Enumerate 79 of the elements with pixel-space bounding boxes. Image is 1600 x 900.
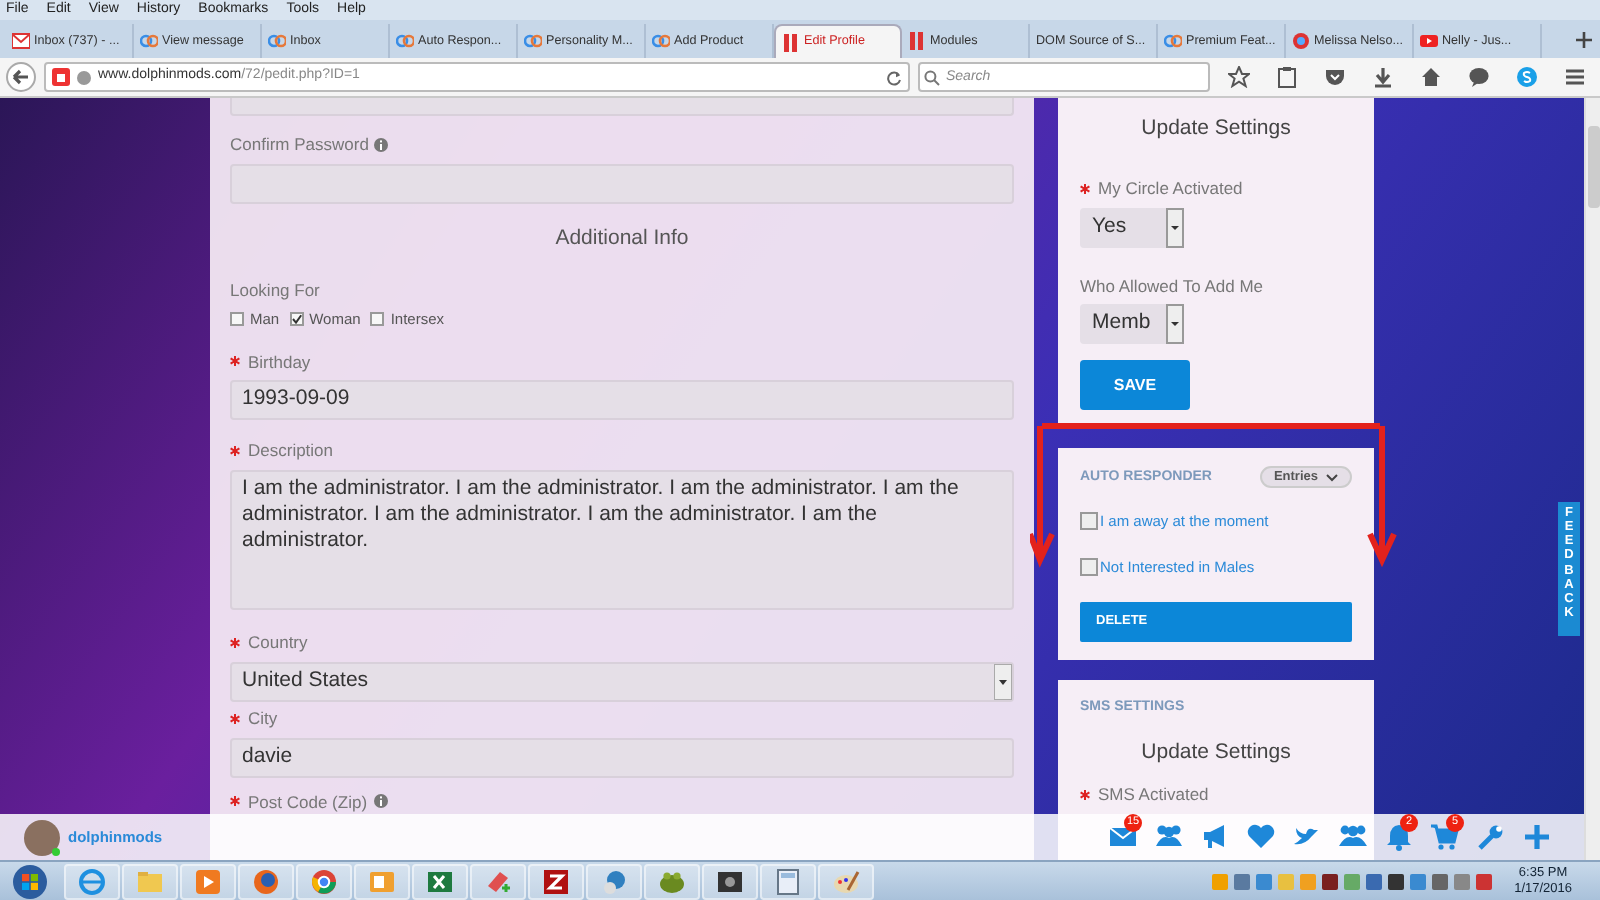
section-title: Additional Info bbox=[553, 223, 691, 254]
camera-window-icon[interactable] bbox=[716, 867, 744, 895]
info-icon bbox=[373, 794, 388, 809]
card-title: Update Settings bbox=[1139, 738, 1293, 769]
checkbox[interactable] bbox=[230, 312, 244, 327]
card-title: Update Settings bbox=[1139, 114, 1293, 144]
people-icon[interactable] bbox=[1154, 822, 1184, 852]
star-icon[interactable] bbox=[1227, 66, 1249, 88]
site-icon bbox=[52, 68, 70, 86]
favicon-icon bbox=[140, 32, 158, 50]
favicon-icon bbox=[652, 32, 670, 50]
calculator-icon[interactable] bbox=[774, 867, 802, 895]
text-area[interactable]: I am the administrator. I am the administrator. I am the administrator. I am the administrator. I am the administrator. I am the administrator. I am the administrator. bbox=[230, 470, 1014, 610]
select-field[interactable]: United States bbox=[230, 661, 1014, 702]
field-label: Country bbox=[248, 630, 308, 656]
field-label: Confirm Password bbox=[230, 132, 369, 158]
save-button[interactable]: SAVE bbox=[1080, 360, 1190, 411]
new-tab-button[interactable] bbox=[1576, 32, 1592, 48]
favicon-icon bbox=[1292, 32, 1310, 50]
select-field[interactable]: Yes bbox=[1080, 207, 1184, 247]
plus-icon[interactable] bbox=[1522, 822, 1552, 852]
play-icon[interactable] bbox=[194, 867, 222, 895]
frog-icon[interactable] bbox=[658, 867, 686, 895]
search-icon bbox=[924, 69, 940, 85]
favicon-icon bbox=[268, 32, 286, 50]
field-label: My Circle Activated bbox=[1098, 175, 1243, 201]
bell-icon[interactable] bbox=[1384, 822, 1414, 852]
chevron-down-icon bbox=[1326, 473, 1338, 482]
scrollbar[interactable] bbox=[1584, 98, 1600, 860]
favicon-icon bbox=[396, 32, 414, 50]
field-label: SMS Activated bbox=[1098, 782, 1209, 808]
ftp-icon[interactable] bbox=[542, 867, 570, 895]
group-icon[interactable] bbox=[1338, 822, 1368, 852]
field-label: Description bbox=[248, 438, 334, 464]
avatar-icon[interactable] bbox=[24, 819, 60, 855]
back-icon[interactable] bbox=[6, 62, 36, 92]
checkbox[interactable] bbox=[370, 312, 385, 327]
mail-icon[interactable] bbox=[1108, 822, 1138, 852]
favicon-icon bbox=[908, 32, 926, 50]
download-icon[interactable] bbox=[1371, 66, 1393, 88]
input-field[interactable] bbox=[230, 98, 1014, 116]
info-icon bbox=[374, 137, 389, 152]
field-label: Who Allowed To Add Me bbox=[1080, 273, 1264, 299]
favicon-icon bbox=[782, 33, 800, 51]
chat-icon[interactable] bbox=[1467, 66, 1489, 88]
skype-icon[interactable] bbox=[1515, 66, 1537, 88]
scrollbar-thumb[interactable] bbox=[1588, 126, 1600, 208]
favicon-icon bbox=[1164, 32, 1182, 50]
checkbox[interactable] bbox=[1080, 557, 1098, 576]
paint-palette-icon[interactable] bbox=[832, 867, 860, 895]
favicon-icon bbox=[12, 32, 30, 50]
wrench-icon[interactable] bbox=[1476, 822, 1506, 852]
megaphone-icon[interactable] bbox=[1200, 822, 1230, 852]
circle-logo-icon[interactable] bbox=[310, 867, 338, 895]
spreadsheet-icon[interactable] bbox=[426, 867, 454, 895]
input-field[interactable]: 1993-09-09 bbox=[230, 380, 1014, 421]
home-icon[interactable] bbox=[1419, 66, 1441, 88]
field-label: Looking For bbox=[230, 277, 320, 303]
reload-icon[interactable] bbox=[886, 69, 902, 85]
start-button[interactable] bbox=[12, 863, 48, 899]
field-label: City bbox=[248, 705, 278, 731]
input-field[interactable]: davie bbox=[230, 737, 1014, 777]
checkbox[interactable] bbox=[289, 312, 304, 327]
eraser-icon[interactable] bbox=[484, 867, 512, 895]
field-label: Post Code (Zip) bbox=[248, 789, 368, 815]
field-label: Birthday bbox=[248, 349, 311, 375]
favicon-icon bbox=[1420, 32, 1438, 50]
mail-app-icon[interactable] bbox=[368, 867, 396, 895]
browser-icon[interactable] bbox=[78, 867, 106, 895]
heart-icon[interactable] bbox=[1246, 822, 1276, 852]
favicon-icon bbox=[524, 32, 542, 50]
select-field[interactable]: Memb bbox=[1080, 304, 1184, 345]
checkbox[interactable] bbox=[1080, 512, 1098, 531]
cart-icon[interactable] bbox=[1430, 822, 1460, 852]
pocket-icon[interactable] bbox=[1323, 66, 1345, 88]
clipboard-icon[interactable] bbox=[1275, 66, 1297, 88]
check-icon bbox=[291, 314, 302, 325]
menu-icon[interactable] bbox=[1563, 66, 1585, 88]
dropdown-arrow-icon bbox=[994, 663, 1012, 700]
